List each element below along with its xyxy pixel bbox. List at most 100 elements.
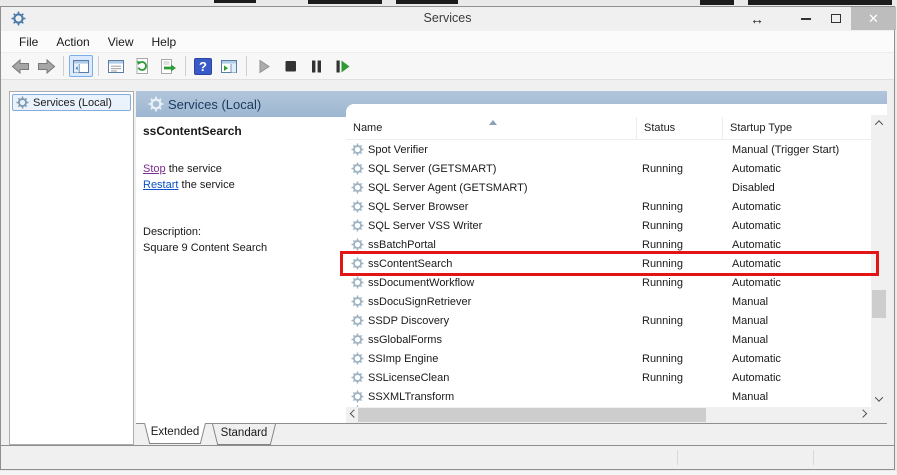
refresh-button[interactable] [130, 55, 154, 77]
help-button[interactable]: ? [191, 55, 215, 77]
chevron-down-icon [875, 393, 883, 401]
service-gear-icon [351, 162, 364, 175]
horizontal-scrollbar-thumb[interactable] [358, 408, 706, 422]
service-row[interactable]: Spot Verifier Manual (Trigger Start) [346, 140, 871, 159]
menu-item-help[interactable]: Help [143, 32, 186, 52]
service-startup-cell: Disabled [732, 182, 775, 194]
refresh-icon [134, 58, 150, 74]
service-row[interactable]: SSLicenseClean Running Automatic [346, 368, 871, 387]
list-header: Name Status Startup Type [346, 117, 871, 140]
service-row[interactable]: SQL Server VSS Writer Running Automatic [346, 216, 871, 235]
export-list-icon [160, 59, 177, 74]
scroll-down-button[interactable] [871, 391, 887, 407]
service-status-cell: Running [642, 315, 683, 327]
menu-bar: File Action View Help [1, 31, 894, 53]
toolbar: ? [1, 53, 894, 80]
view-tab-strip: Extended Standard [136, 423, 887, 445]
services-gear-icon [16, 96, 29, 109]
horizontal-scrollbar[interactable] [346, 407, 871, 423]
close-button[interactable]: ✕ [851, 7, 896, 30]
pane-header-title: Services (Local) [168, 97, 261, 112]
tab-extended[interactable]: Extended [144, 423, 206, 444]
service-row[interactable]: ssContentSearch Running Automatic [346, 254, 871, 273]
back-button[interactable] [8, 55, 32, 77]
service-gear-icon [351, 295, 364, 308]
export-list-button[interactable] [156, 55, 180, 77]
service-row[interactable]: SQL Server Browser Running Automatic [346, 197, 871, 216]
service-gear-icon [351, 390, 364, 403]
title-bar: Services ↔ ✕ [1, 7, 894, 31]
tab-extended-label: Extended [144, 423, 206, 442]
scroll-right-button[interactable] [855, 407, 871, 423]
service-name-cell: SSXMLTransform [368, 391, 454, 403]
description-label: Description: [143, 224, 338, 240]
minimize-button[interactable] [793, 7, 819, 30]
forward-button[interactable] [34, 55, 58, 77]
tree-item-services-local[interactable]: Services (Local) [12, 94, 131, 111]
service-name-cell: Spot Verifier [368, 144, 428, 156]
tab-standard[interactable]: Standard [212, 424, 276, 445]
service-name-cell: ssDocuSignRetriever [368, 296, 471, 308]
properties-button[interactable] [104, 55, 128, 77]
service-name-cell: ssDocumentWorkflow [368, 277, 474, 289]
service-status-cell: Running [642, 163, 683, 175]
service-gear-icon [351, 314, 364, 327]
menu-item-action[interactable]: Action [47, 32, 98, 52]
service-name-cell: ssBatchPortal [368, 239, 436, 251]
service-status-cell: Running [642, 201, 683, 213]
svg-text:?: ? [199, 59, 207, 74]
service-name-cell: SQL Server (GETSMART) [368, 163, 496, 175]
pause-icon [308, 58, 325, 75]
restart-service-button[interactable] [330, 55, 354, 77]
service-row[interactable]: ssBatchPortal Running Automatic [346, 235, 871, 254]
services-rows: Spot Verifier Manual (Trigger Start) SQL… [346, 140, 871, 407]
scroll-up-button[interactable] [871, 115, 887, 131]
maximize-button[interactable] [823, 7, 849, 30]
stop-service-link[interactable]: Stop [143, 163, 166, 175]
action-pane-toggle-button[interactable] [217, 55, 241, 77]
service-startup-cell: Automatic [732, 239, 781, 251]
console-tree-toggle-button[interactable] [69, 55, 93, 77]
service-status-cell: Running [642, 239, 683, 251]
restart-service-link[interactable]: Restart [143, 179, 178, 191]
service-row[interactable]: ssGlobalForms Manual [346, 330, 871, 349]
service-name-cell: ssGlobalForms [368, 334, 442, 346]
pause-service-button[interactable] [304, 55, 328, 77]
vertical-scrollbar[interactable] [871, 115, 887, 407]
status-bar-divider [813, 450, 814, 465]
service-gear-icon [351, 371, 364, 384]
description-text: Square 9 Content Search [143, 240, 338, 256]
column-header-startup-type[interactable]: Startup Type [723, 117, 872, 140]
service-startup-cell: Automatic [732, 220, 781, 232]
toolbar-separator [63, 56, 64, 76]
service-gear-icon [351, 181, 364, 194]
start-service-button[interactable] [252, 55, 276, 77]
service-startup-cell: Automatic [732, 353, 781, 365]
service-row[interactable]: SSImp Engine Running Automatic [346, 349, 871, 368]
service-startup-cell: Manual [732, 334, 768, 346]
resize-icon[interactable]: ↔ [745, 7, 769, 30]
service-row[interactable]: SSXMLTransform Manual [346, 387, 871, 406]
services-header-gear-icon [148, 96, 164, 112]
service-row[interactable]: SQL Server Agent (GETSMART) Disabled [346, 178, 871, 197]
service-row[interactable]: SQL Server (GETSMART) Running Automatic [346, 159, 871, 178]
menu-item-view[interactable]: View [99, 32, 143, 52]
column-header-status[interactable]: Status [637, 117, 723, 140]
menu-item-file[interactable]: File [10, 32, 47, 52]
action-pane-icon [221, 60, 237, 73]
background-window-fragment [396, 0, 458, 4]
services-pane: Services (Local) ssContentSearch Stop th… [136, 91, 887, 445]
service-startup-cell: Automatic [732, 201, 781, 213]
properties-icon [108, 60, 124, 73]
vertical-scrollbar-thumb[interactable] [872, 290, 886, 318]
service-row[interactable]: ssDocumentWorkflow Running Automatic [346, 273, 871, 292]
stop-service-button[interactable] [278, 55, 302, 77]
service-gear-icon [351, 143, 364, 156]
service-row[interactable]: SSDP Discovery Running Manual [346, 311, 871, 330]
service-name-cell: SQL Server Browser [368, 201, 468, 213]
restart-service-line: Restart the service [143, 177, 338, 193]
service-status-cell: Running [642, 353, 683, 365]
background-window-fragment [214, 0, 256, 3]
selected-service-name: ssContentSearch [143, 124, 338, 138]
service-row[interactable]: ssDocuSignRetriever Manual [346, 292, 871, 311]
